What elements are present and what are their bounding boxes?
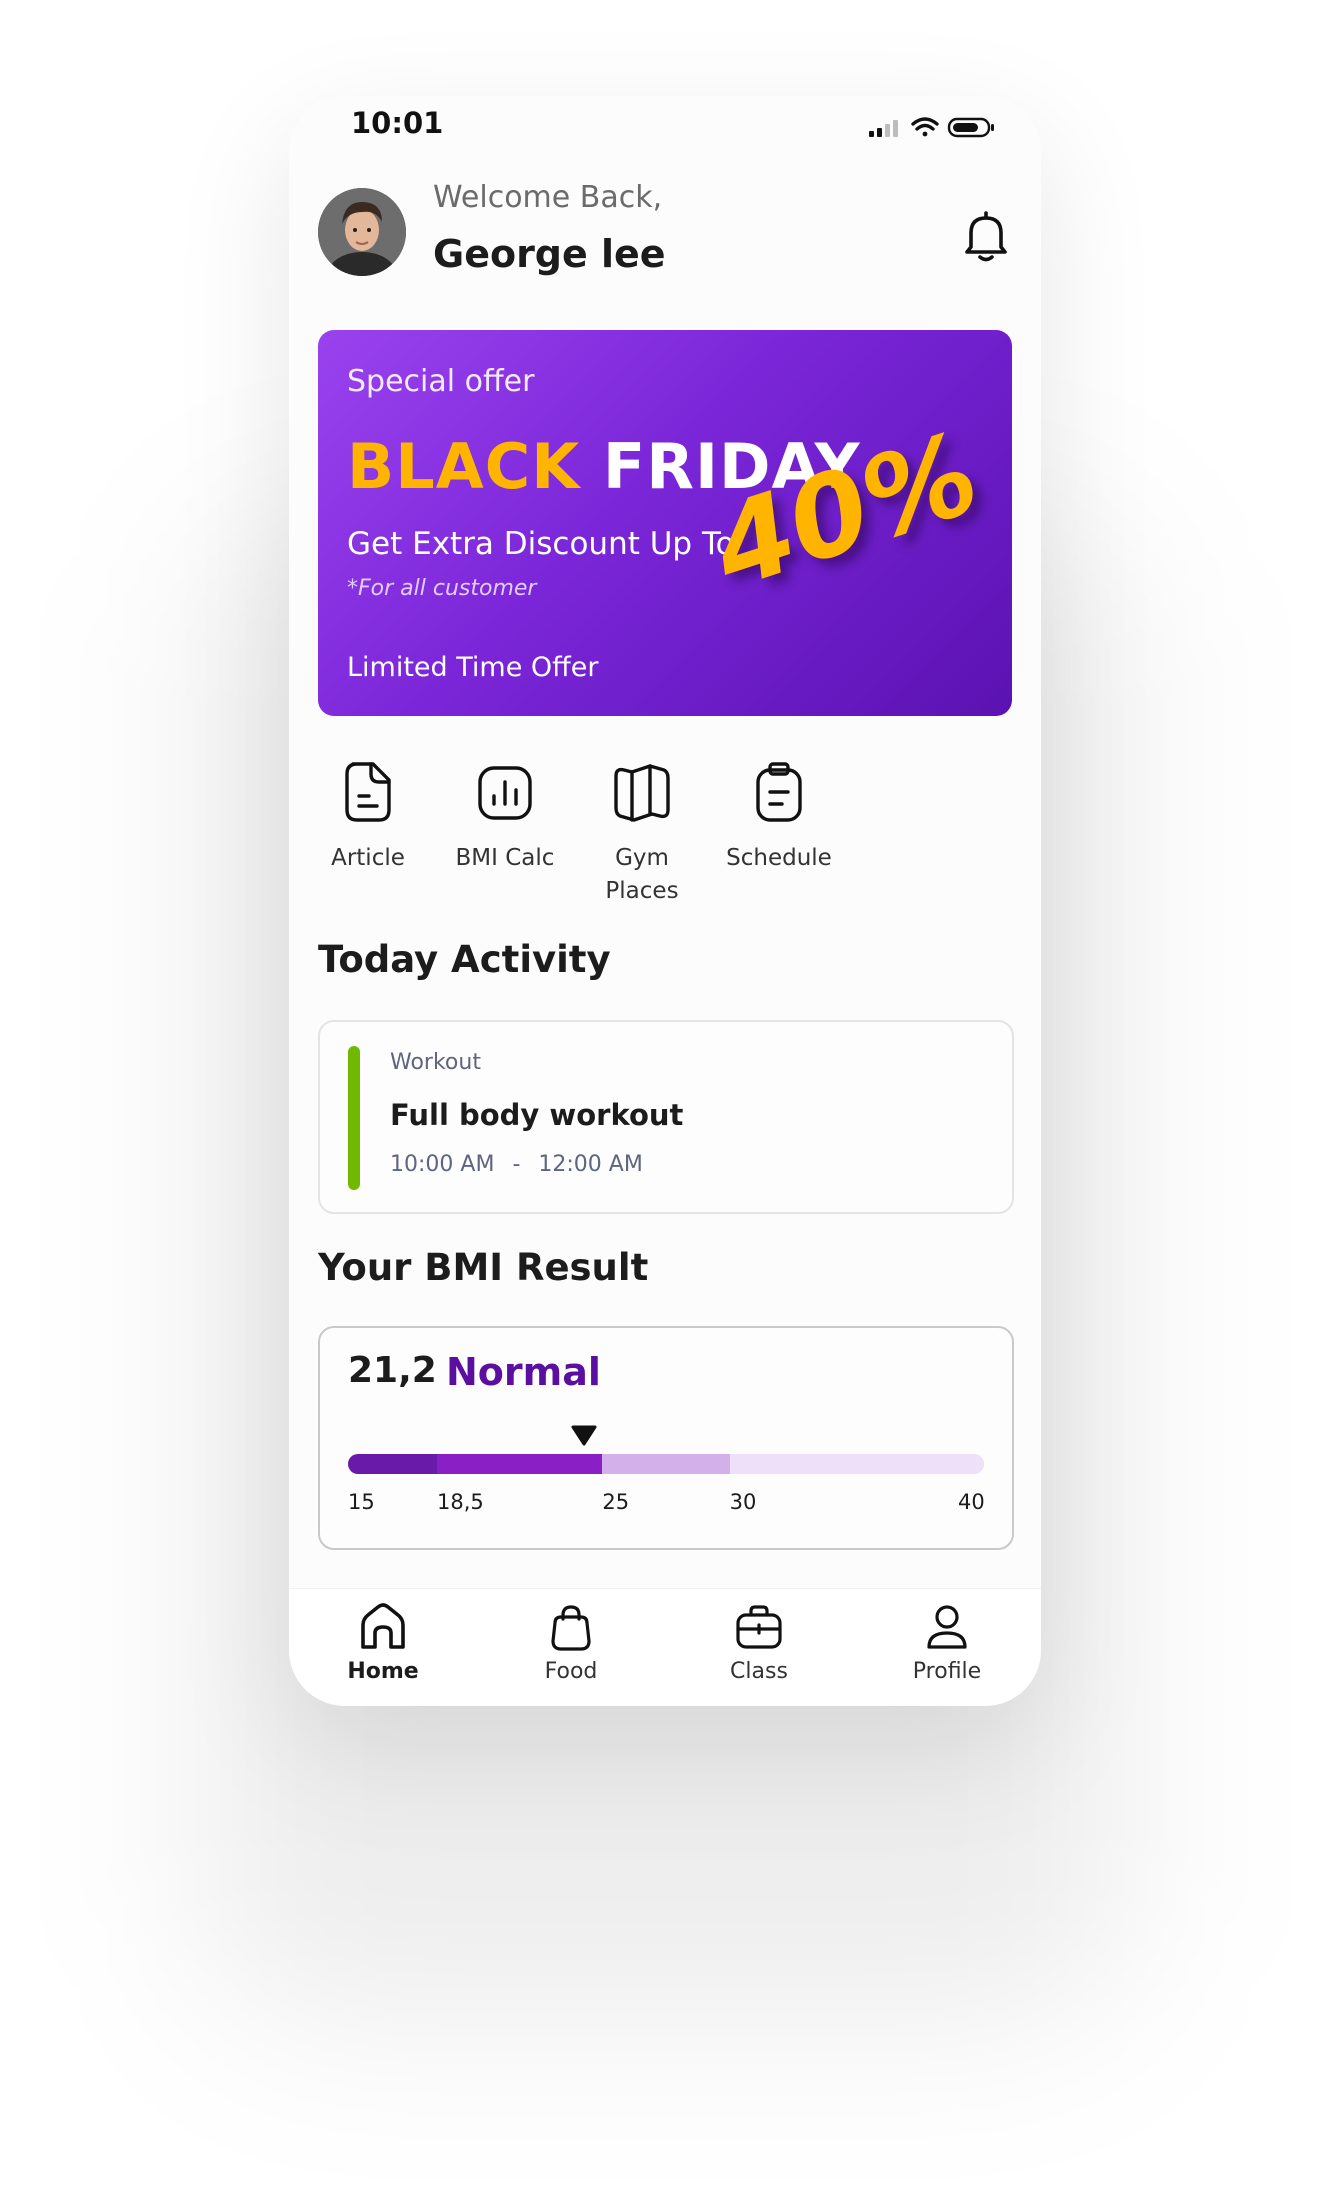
status-time: 10:01 [351,106,444,140]
nav-label: Profile [912,1659,982,1684]
bmi-tick-label: 40 [958,1490,985,1514]
promo-limited: Limited Time Offer [347,652,599,683]
signal-icon [869,120,898,137]
clipboard-icon [756,762,802,822]
activity-card[interactable]: Workout Full body workout 10:00 AM -12:00… [318,1020,1014,1214]
promo-subtitle: Get Extra Discount Up To [347,526,735,562]
bmi-pointer-icon [571,1425,597,1446]
avatar[interactable] [318,188,406,276]
promo-banner[interactable]: Special offer BLACK FRIDAY Get Extra Dis… [318,330,1012,716]
bottom-nav: Home Food Class Profile [289,1588,1041,1706]
activity-name: Full body workout [390,1098,684,1132]
promo-title-highlight: BLACK [347,430,581,503]
activity-time-separator: - [512,1152,521,1177]
canvas: 10:01 Welcome Back, George lee Special o… [0,0,1334,2196]
welcome-text: Welcome Back, [433,180,663,215]
shortcut-schedule[interactable]: Schedule [693,760,865,890]
battery-icon [947,117,994,138]
activity-time: 10:00 AM -12:00 AM [390,1152,643,1177]
shortcut-label: Schedule [726,845,832,871]
bmi-segment-obese [729,1454,984,1474]
nav-home[interactable]: Home [289,1601,477,1684]
bell-icon[interactable] [961,209,1011,265]
bmi-card[interactable]: 21,2 Normal 15 18,5 25 30 40 [318,1326,1014,1550]
nav-food[interactable]: Food [477,1601,665,1684]
nav-profile[interactable]: Profile [853,1601,1041,1684]
bmi-value: 21,2 [348,1350,437,1391]
bmi-tick-label: 30 [729,1490,757,1514]
activity-start-time: 10:00 AM [390,1152,495,1177]
promo-eyebrow: Special offer [347,364,535,399]
home-icon [361,1603,405,1649]
phone-screen: 10:01 Welcome Back, George lee Special o… [289,96,1041,1706]
bmi-tick-label: 25 [602,1490,630,1514]
bmi-tick-label: 18,5 [437,1490,484,1514]
article-icon [345,762,391,822]
activity-accent-bar [348,1046,360,1190]
nav-class[interactable]: Class [665,1601,853,1684]
avatar-image [318,188,406,276]
nav-label: Home [347,1659,419,1684]
bmi-chart-icon [478,766,532,820]
user-name: George lee [433,232,666,276]
bag-icon [551,1605,591,1651]
bmi-status: Normal [446,1350,601,1394]
bmi-segment-normal [437,1454,603,1474]
bmi-scale-bar [348,1454,984,1474]
user-icon [927,1605,967,1649]
bmi-tick-label: 15 [348,1490,375,1514]
bmi-segment-underweight [348,1454,438,1474]
nav-label: Class [730,1659,788,1684]
activity-end-time: 12:00 AM [538,1152,643,1177]
briefcase-icon [736,1605,782,1649]
bmi-section-title: Your BMI Result [318,1246,649,1289]
activity-section-title: Today Activity [318,938,611,981]
status-icons [869,117,994,138]
map-icon [614,764,670,822]
promo-note: *For all customer [347,576,537,601]
wifi-icon [911,117,939,137]
nav-label: Food [544,1659,598,1684]
activity-category: Workout [390,1050,481,1075]
bmi-segment-overweight [602,1454,730,1474]
